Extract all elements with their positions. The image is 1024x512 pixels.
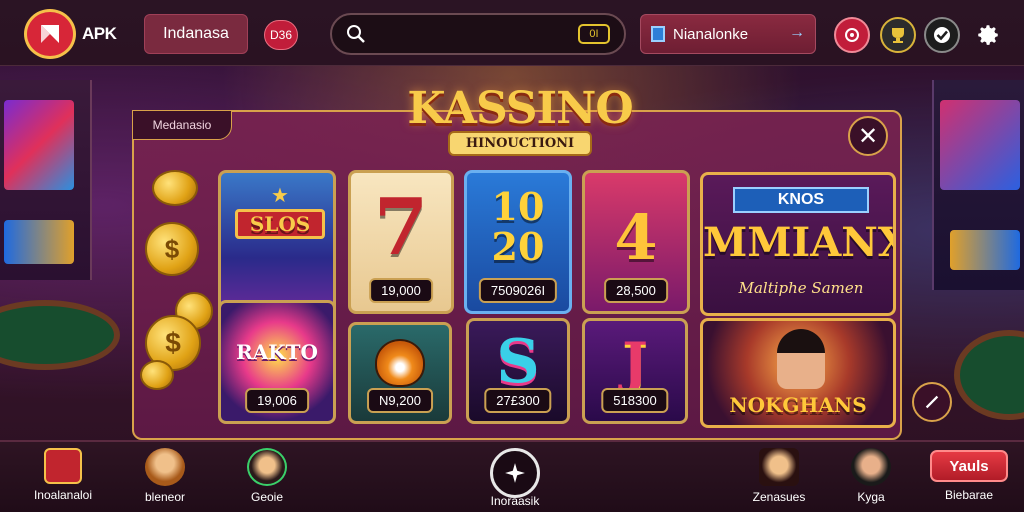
home-button[interactable] [490,448,540,498]
slot-machine-left [0,80,92,280]
avatar [247,448,287,486]
game-value: 19,000 [369,278,433,303]
star-icon: ★ [271,185,289,207]
verify-button[interactable] [924,17,960,53]
check-icon [934,27,950,43]
game-title: RAKTO [236,340,318,364]
character-avatar [777,329,825,389]
nav-label: Geoie [250,490,284,504]
machine-screen-lower [950,230,1020,270]
close-icon: ✕ [857,122,879,150]
casino-table-right [954,330,1024,420]
game-card[interactable]: 4 28,500 [582,170,690,314]
pen-icon [925,395,939,409]
notification-badge[interactable]: D36 [264,20,298,50]
settings-button[interactable] [970,17,1006,53]
game-card[interactable]: 10 20 7509026I [464,170,572,314]
game-title: 7 [373,181,429,273]
casino-table-left [0,300,120,370]
coin-icon [140,360,174,390]
featured-game-card[interactable]: KNOS MMIANX Maltiphe Samen [700,172,896,316]
language-button[interactable]: Indanasa [144,14,248,54]
featured-character-card[interactable]: NOKGHANS [700,318,896,428]
game-title: SLOS [249,212,311,236]
promo-label: Nianalonke [673,25,749,43]
rewards-button[interactable] [880,17,916,53]
panel-tag: Medanasio [132,110,232,140]
hero-title-text: KASSINO [407,83,633,134]
headset-icon [845,28,859,42]
slot-machine-right [932,80,1024,290]
nav-item[interactable]: Geoie [222,448,312,508]
game-card[interactable]: N9,200 [348,322,452,424]
game-card[interactable]: ★ SLOS [218,170,336,318]
avatar [145,448,185,486]
hero-title: KASSINO HINOUCTIONI [400,70,640,160]
featured-ribbon: KNOS [733,187,869,213]
game-value: 28,500 [604,278,668,303]
coin-icon [152,170,198,206]
nav-item[interactable]: bleneor [120,448,210,508]
logo-icon [41,25,59,43]
sparkle-icon [505,463,525,483]
nav-label: Kyga [857,490,885,504]
game-value: 7509026I [478,278,558,303]
edit-button[interactable] [912,382,952,422]
game-value: 19,006 [245,388,309,413]
tiger-icon [375,339,425,387]
game-value: 518300 [601,388,669,413]
nav-item[interactable]: Inoalanaloi [18,448,108,508]
search-icon [347,25,365,43]
brand-name: APK [82,24,117,43]
search-shortcut: 0I [578,24,610,44]
featured-subtitle: Maltiphe Samen [738,279,864,297]
gear-icon [978,25,998,45]
game-title: S [496,327,540,397]
cta-subtitle: Biebarae [944,488,994,502]
slot-machine-icon [44,448,82,484]
nav-label: bleneor [144,490,186,504]
nav-item[interactable]: Zenasues [734,448,824,508]
dollar-coin-icon: $ [145,222,199,276]
arrow-right-icon: → [789,24,805,41]
home-label: Inoraasik [490,494,540,508]
close-button[interactable]: ✕ [848,116,888,156]
nav-label: Zenasues [752,490,806,504]
game-value: N9,200 [367,388,433,413]
game-card[interactable]: 7 19,000 [348,170,454,314]
avatar [851,448,891,486]
game-card[interactable]: RAKTO 19,006 [218,300,336,424]
nav-label: Inoalanaloi [33,488,93,502]
search-input[interactable] [372,21,572,47]
search-bar[interactable]: 0I [330,13,626,55]
top-bar: APK Indanasa D36 0I Nianalonke → [0,0,1024,66]
featured-title: MMIANX [703,219,896,266]
app-logo-button[interactable] [24,9,76,59]
game-title: J [622,330,648,394]
support-button[interactable] [834,17,870,53]
cta-button[interactable]: Yauls [930,450,1008,482]
game-card[interactable]: S 27£300 [466,318,570,424]
machine-screen [4,100,74,190]
game-value: 27£300 [484,388,552,413]
machine-screen [940,100,1020,190]
promo-button[interactable]: Nianalonke → [640,14,816,54]
avatar [759,448,799,486]
hero-subtitle: HINOUCTIONI [447,131,593,156]
promo-icon [651,26,665,42]
featured-caption: NOKGHANS [729,393,867,417]
game-card[interactable]: J 518300 [582,318,688,424]
game-title: 4 [614,200,658,274]
machine-screen-lower [4,220,74,264]
game-title: 10 20 [491,184,545,269]
nav-item[interactable]: Kyga [826,448,916,508]
trophy-icon [892,28,904,43]
